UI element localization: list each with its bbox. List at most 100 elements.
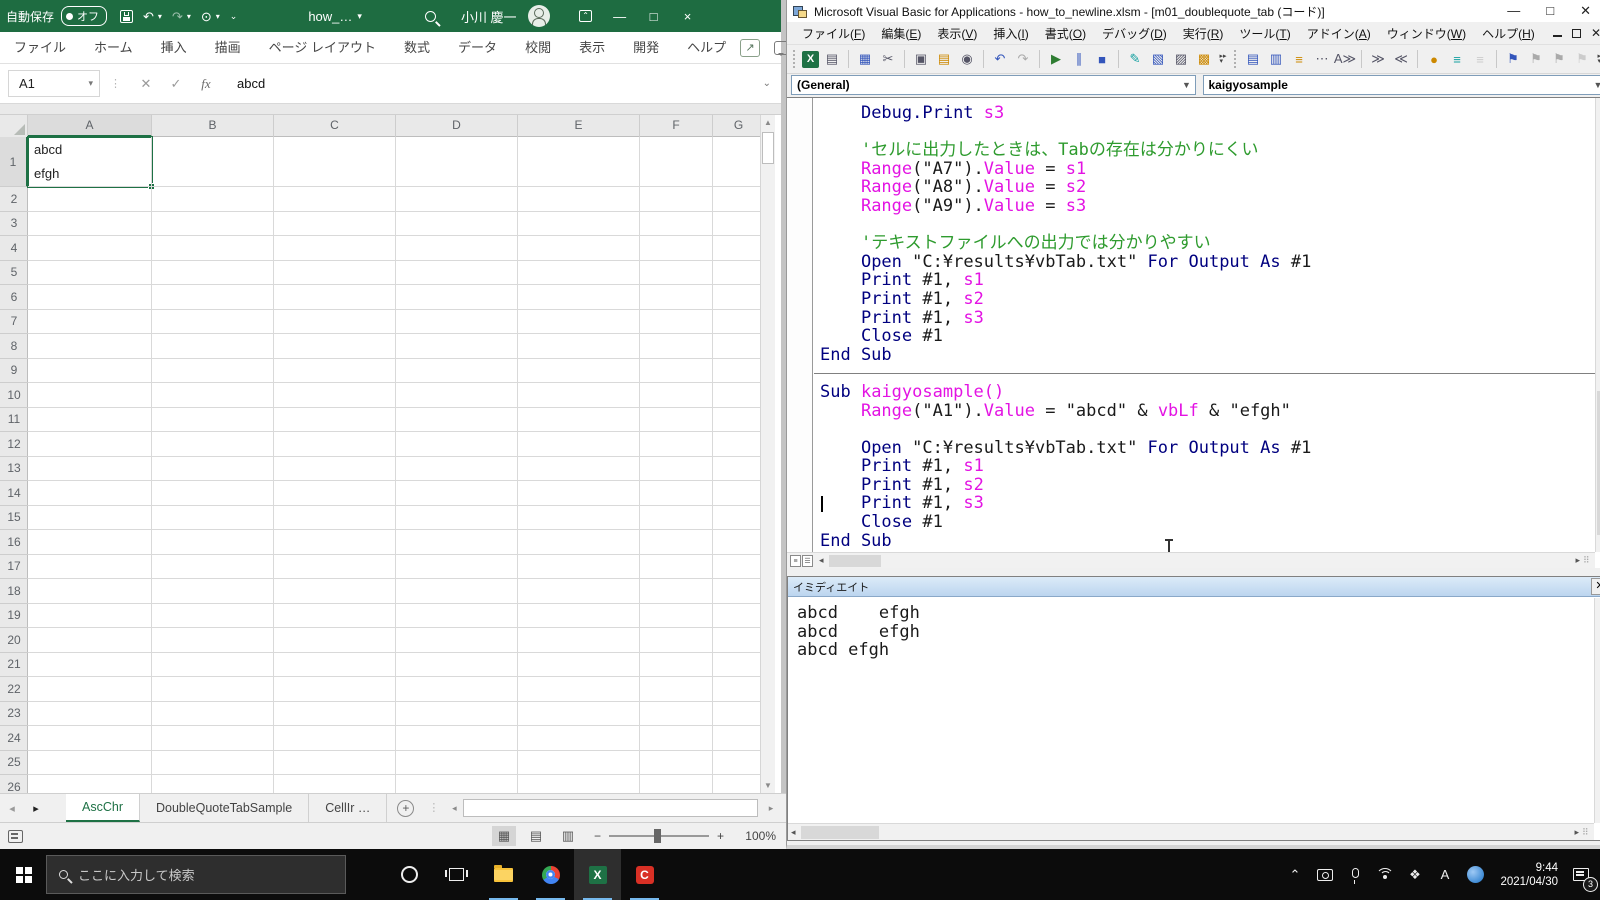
column-header-D[interactable]: D — [396, 115, 518, 137]
document-title[interactable]: how_… ▾ — [308, 9, 362, 24]
clear-bookmarks-icon[interactable]: ⚑ — [1572, 49, 1592, 69]
row-header-18[interactable]: 18 — [0, 579, 28, 604]
code-line-14[interactable]: End Sub — [820, 346, 1311, 365]
action-center-button[interactable]: 3 — [1562, 849, 1600, 900]
share-icon[interactable]: ↗ — [740, 39, 760, 57]
row-header-26[interactable]: 26 — [0, 775, 28, 793]
code-window[interactable]: Debug.Print s3 'セルに出力したときは、Tabの存在は分かりにくい… — [787, 97, 1600, 568]
parameter-info-icon[interactable]: ⋯ — [1312, 49, 1332, 69]
confirm-entry-icon[interactable]: ✓ — [161, 76, 191, 92]
indent-icon[interactable]: ≫ — [1368, 49, 1388, 69]
vba-close-button[interactable]: ✕ — [1580, 3, 1591, 19]
cell-area[interactable]: abcd efgh — [28, 137, 765, 793]
code-line-16[interactable]: Sub kaigyosample() — [820, 383, 1311, 402]
code-line-11[interactable]: Print #1, s2 — [820, 290, 1311, 309]
namebox-dropdown-icon[interactable]: ▾ — [88, 78, 93, 89]
code-line-6[interactable]: Range("A9").Value = s3 — [820, 197, 1311, 216]
vba-maximize-button[interactable]: □ — [1546, 3, 1554, 19]
close-button[interactable]: × — [671, 0, 705, 32]
outdent-icon[interactable]: ≪ — [1391, 49, 1411, 69]
mdi-restore-icon[interactable] — [1572, 29, 1581, 38]
code-hscroll-thumb[interactable] — [829, 555, 881, 567]
comment-block-icon[interactable]: ≡ — [1447, 49, 1467, 69]
row-header-23[interactable]: 23 — [0, 702, 28, 727]
accessibility-status-icon[interactable] — [8, 830, 23, 843]
taskbar-search-box[interactable]: ここに入力して検索 — [46, 855, 346, 894]
code-line-1[interactable]: Debug.Print s3 — [820, 104, 1311, 123]
vba-menu-実行(R)[interactable]: 実行(R) — [1176, 23, 1231, 44]
code-line-17[interactable]: Range("A1").Value = "abcd" & vbLf & "efg… — [820, 402, 1311, 421]
object-combo[interactable]: (General)▼ — [791, 75, 1196, 95]
ribbon-tab-ホーム[interactable]: ホーム — [80, 32, 147, 63]
vba-menu-ヘルプ(H)[interactable]: ヘルプ(H) — [1475, 23, 1542, 44]
code-line-7[interactable] — [820, 216, 1311, 235]
sheet-nav-prev-icon[interactable]: ◂ — [0, 794, 24, 822]
code-line-18[interactable] — [820, 420, 1311, 439]
insert-function-icon[interactable]: fx — [191, 76, 221, 92]
cut-icon[interactable]: ✂ — [878, 49, 898, 69]
vba-menu-ウィンドウ(W)[interactable]: ウィンドウ(W) — [1380, 23, 1473, 44]
vba-menu-書式(O)[interactable]: 書式(O) — [1038, 23, 1093, 44]
screen-recorder-tray-icon[interactable] — [1310, 849, 1340, 900]
immediate-scroll-up-icon[interactable]: ▲ — [1595, 600, 1600, 615]
procedure-view-icon[interactable]: ≡ — [790, 555, 801, 567]
code-line-22[interactable]: Print #1, s3 — [820, 494, 1311, 513]
row-header-15[interactable]: 15 — [0, 506, 28, 531]
view-object-icon[interactable]: ▤ — [822, 49, 842, 69]
code-text[interactable]: Debug.Print s3 'セルに出力したときは、Tabの存在は分かりにくい… — [820, 104, 1311, 550]
chrome-button[interactable] — [527, 849, 574, 900]
code-line-8[interactable]: 'テキストファイルへの出力では分かりやすい — [820, 234, 1311, 253]
qat-customize-icon[interactable]: ⌄ — [230, 12, 238, 21]
window-splitter[interactable] — [787, 568, 1600, 576]
complete-word-icon[interactable]: A≫ — [1335, 49, 1355, 69]
row-header-22[interactable]: 22 — [0, 677, 28, 702]
undo-dropdown-icon[interactable]: ▾ — [158, 12, 162, 21]
page-layout-view-button[interactable]: ▤ — [524, 826, 548, 846]
formula-bar-input[interactable]: abcd — [237, 76, 763, 91]
excel-icon[interactable]: X — [802, 51, 819, 68]
task-view-button[interactable] — [433, 849, 480, 900]
sheet-nav-next-icon[interactable]: ▸ — [24, 794, 48, 822]
immediate-content[interactable]: abcd efghabcd efghabcd efgh — [788, 598, 1594, 823]
row-header-12[interactable]: 12 — [0, 432, 28, 457]
immediate-scroll-right-icon[interactable]: ▸ — [1571, 827, 1582, 838]
toolbar-overflow-icon[interactable]: ▸▸▾ — [1217, 54, 1229, 64]
code-line-5[interactable]: Range("A8").Value = s2 — [820, 178, 1311, 197]
code-scroll-down-icon[interactable]: ▼ — [1596, 535, 1600, 550]
hidden-icons-chevron[interactable]: ⌃ — [1280, 849, 1310, 900]
vba-menu-挿入(I)[interactable]: 挿入(I) — [986, 23, 1035, 44]
sheet-tab-CellIr[interactable]: CellIr … — [309, 794, 387, 822]
column-header-A[interactable]: A — [28, 115, 152, 137]
find-icon[interactable]: ◉ — [957, 49, 977, 69]
page-break-view-button[interactable]: ▥ — [556, 826, 580, 846]
row-header-17[interactable]: 17 — [0, 555, 28, 580]
immediate-close-icon[interactable]: ✕ — [1591, 578, 1600, 595]
excel-horizontal-scrollbar[interactable]: ◂ ▸ — [447, 798, 778, 818]
project-explorer-icon[interactable]: ▧ — [1148, 49, 1168, 69]
search-icon[interactable] — [425, 11, 436, 22]
mdi-minimize-icon[interactable] — [1553, 35, 1562, 37]
toggle-breakpoint-icon[interactable]: ● — [1424, 49, 1444, 69]
row-header-16[interactable]: 16 — [0, 530, 28, 555]
column-header-C[interactable]: C — [274, 115, 396, 137]
code-line-15[interactable] — [820, 364, 1311, 383]
row-header-3[interactable]: 3 — [0, 212, 28, 237]
uncomment-block-icon[interactable]: ≡ — [1470, 49, 1490, 69]
row-header-21[interactable]: 21 — [0, 653, 28, 678]
redo-dropdown-icon[interactable]: ▾ — [187, 12, 191, 21]
excel-taskbar-button[interactable]: X — [574, 849, 621, 900]
scroll-right-icon[interactable]: ▸ — [764, 798, 778, 818]
wifi-tray-icon[interactable] — [1370, 849, 1400, 900]
column-header-G[interactable]: G — [713, 115, 765, 137]
cancel-entry-icon[interactable]: ✕ — [131, 76, 161, 92]
scroll-thumb[interactable] — [762, 132, 774, 164]
row-header-2[interactable]: 2 — [0, 187, 28, 212]
save-icon[interactable]: ▦ — [855, 49, 875, 69]
select-all-corner[interactable] — [0, 115, 28, 137]
column-header-B[interactable]: B — [152, 115, 274, 137]
toolbar-grip[interactable] — [1234, 50, 1238, 68]
previous-bookmark-icon[interactable]: ⚑ — [1549, 49, 1569, 69]
code-scroll-right-icon[interactable]: ▸ — [1572, 555, 1583, 566]
maximize-button[interactable]: □ — [637, 0, 671, 32]
ime-mode-indicator[interactable]: A — [1430, 849, 1460, 900]
